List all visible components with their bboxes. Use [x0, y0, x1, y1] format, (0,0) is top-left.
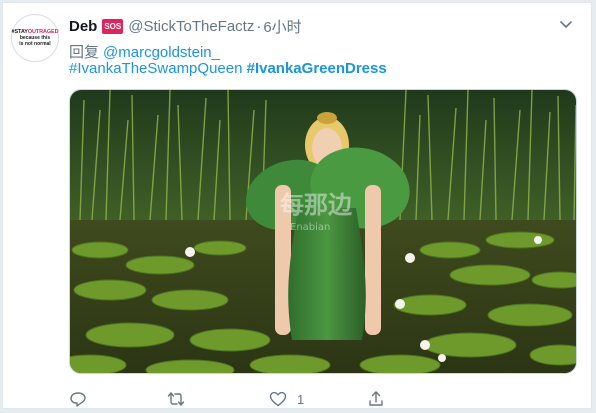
avatar-text-line3: is not normal — [19, 41, 51, 47]
reply-icon — [70, 392, 86, 407]
like-icon — [269, 391, 287, 407]
share-icon — [369, 391, 383, 406]
hashtag-link[interactable]: #IvankaTheSwampQueen — [69, 60, 242, 77]
like-button[interactable]: 1 — [269, 390, 304, 408]
retweet-button[interactable] — [167, 390, 195, 408]
timestamp[interactable]: 6小时 — [263, 16, 301, 37]
like-count: 1 — [297, 391, 305, 407]
user-handle[interactable]: @StickToTheFactz — [128, 18, 254, 35]
reply-button[interactable] — [69, 390, 97, 408]
separator: · — [256, 18, 262, 35]
tweet-card[interactable]: #STAYOUTRAGED because this is not normal… — [2, 2, 592, 409]
hashtag-link[interactable]: #IvankaGreenDress — [247, 60, 387, 77]
more-options-button[interactable] — [559, 17, 573, 31]
swamp-photo: 每那边 Enabian — [70, 90, 576, 373]
watermark-subtext: Enabian — [290, 222, 330, 233]
retweet-icon — [167, 392, 185, 406]
reply-context: 回复 @marcgoldstein_ — [69, 41, 220, 62]
avatar[interactable]: #STAYOUTRAGED because this is not normal — [11, 14, 59, 62]
sos-badge: SOS — [102, 19, 124, 34]
share-button[interactable] — [367, 390, 395, 408]
tweet-media-image[interactable]: 每那边 Enabian — [69, 89, 577, 374]
reply-mention-link[interactable]: @marcgoldstein_ — [103, 44, 220, 61]
tweet-text: #IvankaTheSwampQueen #IvankaGreenDress — [69, 60, 387, 77]
display-name[interactable]: Deb — [69, 18, 97, 35]
chevron-down-icon — [560, 21, 572, 28]
tweet-actions: 1 — [69, 390, 577, 412]
watermark-text: 每那边 — [280, 191, 353, 219]
reply-prefix: 回复 — [69, 44, 100, 61]
tweet-header: Deb SOS @StickToTheFactz · 6小时 — [69, 16, 302, 37]
